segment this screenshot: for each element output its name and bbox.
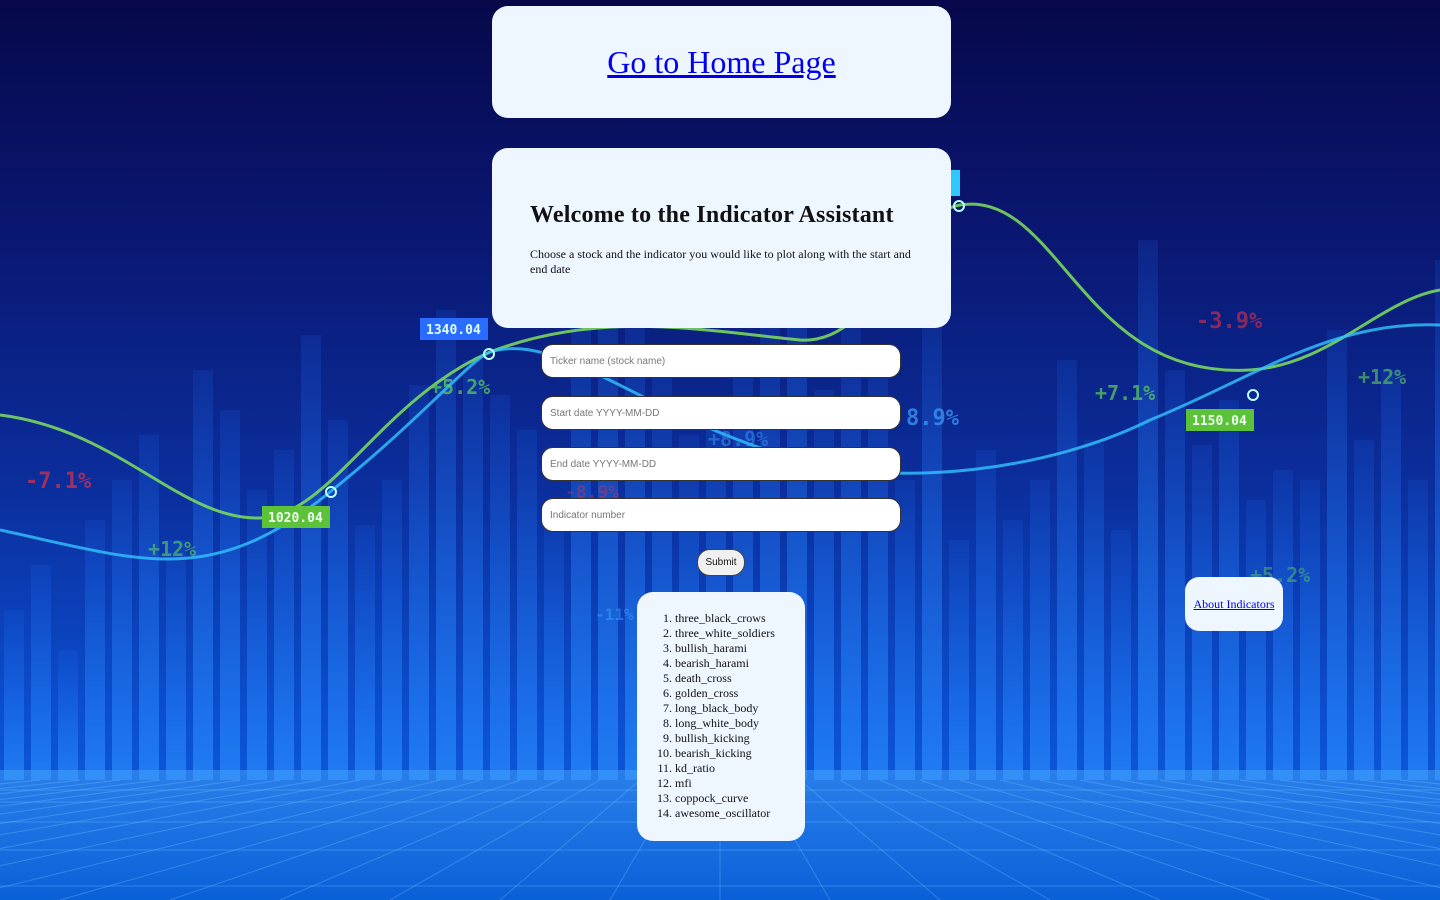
indicator-list-item: bearish_kicking — [675, 746, 775, 761]
svg-text:-11%: -11% — [595, 605, 634, 624]
background-bar — [382, 480, 402, 780]
background-bar — [1030, 480, 1050, 780]
indicator-number-input[interactable] — [541, 498, 901, 532]
background-bar — [1138, 240, 1158, 780]
svg-text:1020.04: 1020.04 — [268, 511, 323, 526]
background-bar — [1354, 440, 1374, 780]
background-bar — [1111, 530, 1131, 780]
background-bar — [1300, 480, 1320, 780]
background-bar — [490, 395, 510, 780]
svg-text:8.9%: 8.9% — [906, 406, 960, 431]
svg-text:+5.2%: +5.2% — [430, 375, 490, 399]
home-link-card: Go to Home Page — [492, 6, 951, 118]
background-bar — [247, 490, 267, 780]
indicator-list-item: long_white_body — [675, 716, 775, 731]
about-indicators-card: About Indicators — [1185, 577, 1283, 631]
background-bar — [1084, 440, 1104, 780]
indicator-list-item: three_white_soldiers — [675, 626, 775, 641]
indicator-list-item: awesome_oscillator — [675, 806, 775, 821]
svg-text:-3.9%: -3.9% — [1196, 309, 1263, 334]
background-bar — [4, 610, 24, 780]
indicator-list-item: kd_ratio — [675, 761, 775, 776]
indicator-list-item: golden_cross — [675, 686, 775, 701]
page-title: Welcome to the Indicator Assistant — [530, 202, 894, 228]
background-bar — [949, 540, 969, 780]
background-bar — [58, 650, 78, 780]
background-bar — [1381, 370, 1401, 780]
background-bar — [1408, 480, 1428, 780]
indicator-list-item: long_black_body — [675, 701, 775, 716]
svg-text:+12%: +12% — [148, 537, 196, 561]
background-bar — [301, 335, 321, 780]
indicator-list-item: coppock_curve — [675, 791, 775, 806]
background-bar — [274, 450, 294, 780]
indicator-list-item: three_black_crows — [675, 611, 775, 626]
background-bar — [544, 520, 564, 780]
background-bar — [1435, 260, 1440, 780]
background-bar — [112, 480, 132, 780]
background-bar — [193, 370, 213, 780]
background-bar — [841, 325, 861, 780]
background-bar — [1327, 330, 1347, 780]
background-bar — [463, 360, 483, 780]
background-bar — [922, 310, 942, 780]
end-date-input[interactable] — [541, 447, 901, 481]
background-bar — [85, 520, 105, 780]
background-bar — [1057, 360, 1077, 780]
indicator-list-item: death_cross — [675, 671, 775, 686]
indicator-list-item: bearish_harami — [675, 656, 775, 671]
background-bar — [1165, 370, 1185, 780]
submit-button[interactable]: Submit — [697, 549, 745, 576]
background-bar — [1246, 500, 1266, 780]
about-indicators-link[interactable]: About Indicators — [1194, 597, 1275, 612]
svg-text:1150.04: 1150.04 — [1192, 414, 1247, 429]
start-date-input[interactable] — [541, 396, 901, 430]
background-bar — [31, 565, 51, 780]
svg-text:-7.1%: -7.1% — [25, 469, 92, 494]
home-page-link[interactable]: Go to Home Page — [607, 44, 835, 81]
svg-text:+12%: +12% — [1358, 365, 1406, 389]
background-bar — [1003, 520, 1023, 780]
background-bar — [409, 385, 429, 780]
svg-text:1340.04: 1340.04 — [426, 323, 481, 338]
ticker-input[interactable] — [541, 344, 901, 378]
svg-text:+7.1%: +7.1% — [1095, 381, 1155, 405]
indicator-list-item: bullish_kicking — [675, 731, 775, 746]
welcome-card: Welcome to the Indicator Assistant Choos… — [492, 148, 951, 328]
background-bar — [355, 525, 375, 780]
background-bar — [571, 310, 591, 780]
welcome-description: Choose a stock and the indicator you wou… — [530, 247, 911, 276]
indicator-list-item: bullish_harami — [675, 641, 775, 656]
indicator-list-card: three_black_crowsthree_white_soldiersbul… — [637, 592, 805, 841]
background-bar — [976, 450, 996, 780]
indicator-list: three_black_crowsthree_white_soldiersbul… — [637, 611, 775, 821]
background-bar — [220, 410, 240, 780]
background-bar — [139, 435, 159, 780]
indicator-list-item: mfi — [675, 776, 775, 791]
background-bar — [517, 430, 537, 780]
background-bar — [166, 540, 186, 780]
